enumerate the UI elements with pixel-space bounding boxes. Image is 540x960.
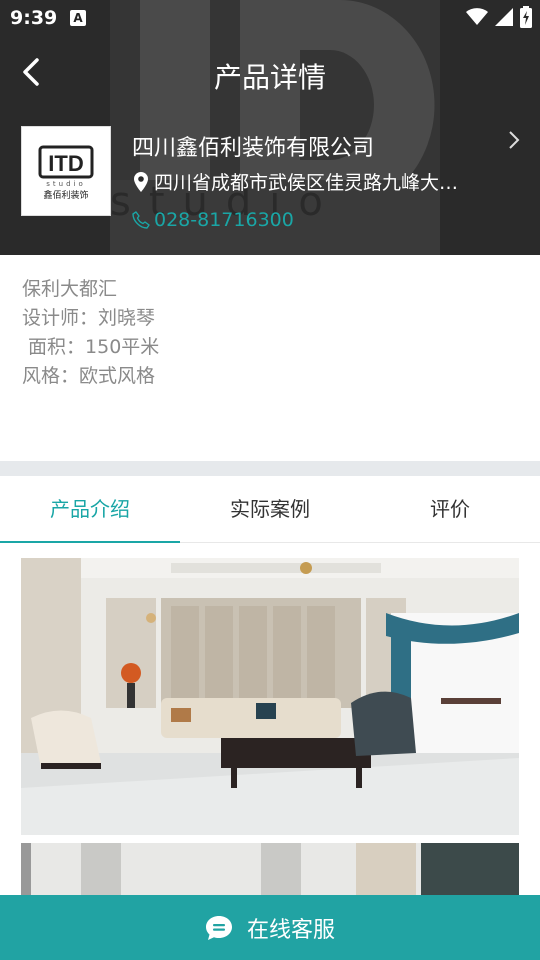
phone-icon xyxy=(132,211,150,229)
chat-icon xyxy=(205,915,232,940)
company-address-row: 四川省成都市武侯区佳灵路九峰大… xyxy=(132,168,492,195)
status-time: 9:39 xyxy=(10,7,58,29)
company-phone-row[interactable]: 028-81716300 xyxy=(132,209,294,231)
status-bar: 9:39 A xyxy=(0,0,540,36)
tab-reviews[interactable]: 评价 xyxy=(360,476,540,542)
second-room-image xyxy=(21,843,519,903)
company-name: 四川鑫佰利装饰有限公司 xyxy=(132,136,375,161)
tab-bar: 产品介绍 实际案例 评价 xyxy=(0,476,540,543)
status-icons xyxy=(466,6,532,28)
company-logo: ITD studio 鑫佰利装饰 xyxy=(21,126,111,216)
company-address: 四川省成都市武侯区佳灵路九峰大… xyxy=(154,172,459,194)
section-divider xyxy=(0,461,540,476)
notification-icon: A xyxy=(70,10,86,26)
location-pin-icon xyxy=(134,171,148,192)
online-service-button[interactable]: 在线客服 xyxy=(0,895,540,960)
header-banner: studio 9:39 A 产品详情 ITD studio 鑫佰利装饰 四川鑫佰… xyxy=(0,0,540,255)
product-photo-second[interactable] xyxy=(21,843,519,903)
area: 面积：150平米 xyxy=(22,336,160,358)
project-name: 保利大都汇 xyxy=(22,278,118,300)
logo-cn: 鑫佰利装饰 xyxy=(43,189,88,201)
battery-icon xyxy=(520,6,532,28)
page-title: 产品详情 xyxy=(213,61,326,94)
signal-icon xyxy=(495,8,513,26)
product-photo-living-room[interactable] xyxy=(21,558,519,835)
designer: 设计师：刘晓琴 xyxy=(22,307,156,329)
nav-bar: 产品详情 xyxy=(0,44,540,100)
living-room-image xyxy=(21,558,519,835)
product-info: 保利大都汇 设计师：刘晓琴 面积：150平米 风格：欧式风格 xyxy=(22,275,522,391)
tab-product-intro[interactable]: 产品介绍 xyxy=(0,476,180,543)
chevron-right-icon[interactable] xyxy=(506,128,522,152)
wifi-icon xyxy=(466,8,488,26)
company-phone: 028-81716300 xyxy=(154,209,294,231)
logo-sub: studio xyxy=(46,180,86,188)
company-card[interactable]: ITD studio 鑫佰利装饰 四川鑫佰利装饰有限公司 四川省成都市武侯区佳灵… xyxy=(0,124,540,244)
logo-text: ITD xyxy=(48,151,83,176)
logo-graphic: ITD studio 鑫佰利装饰 xyxy=(38,145,94,201)
style: 风格：欧式风格 xyxy=(22,365,156,387)
tab-actual-cases[interactable]: 实际案例 xyxy=(180,476,360,542)
online-service-label: 在线客服 xyxy=(246,917,335,943)
